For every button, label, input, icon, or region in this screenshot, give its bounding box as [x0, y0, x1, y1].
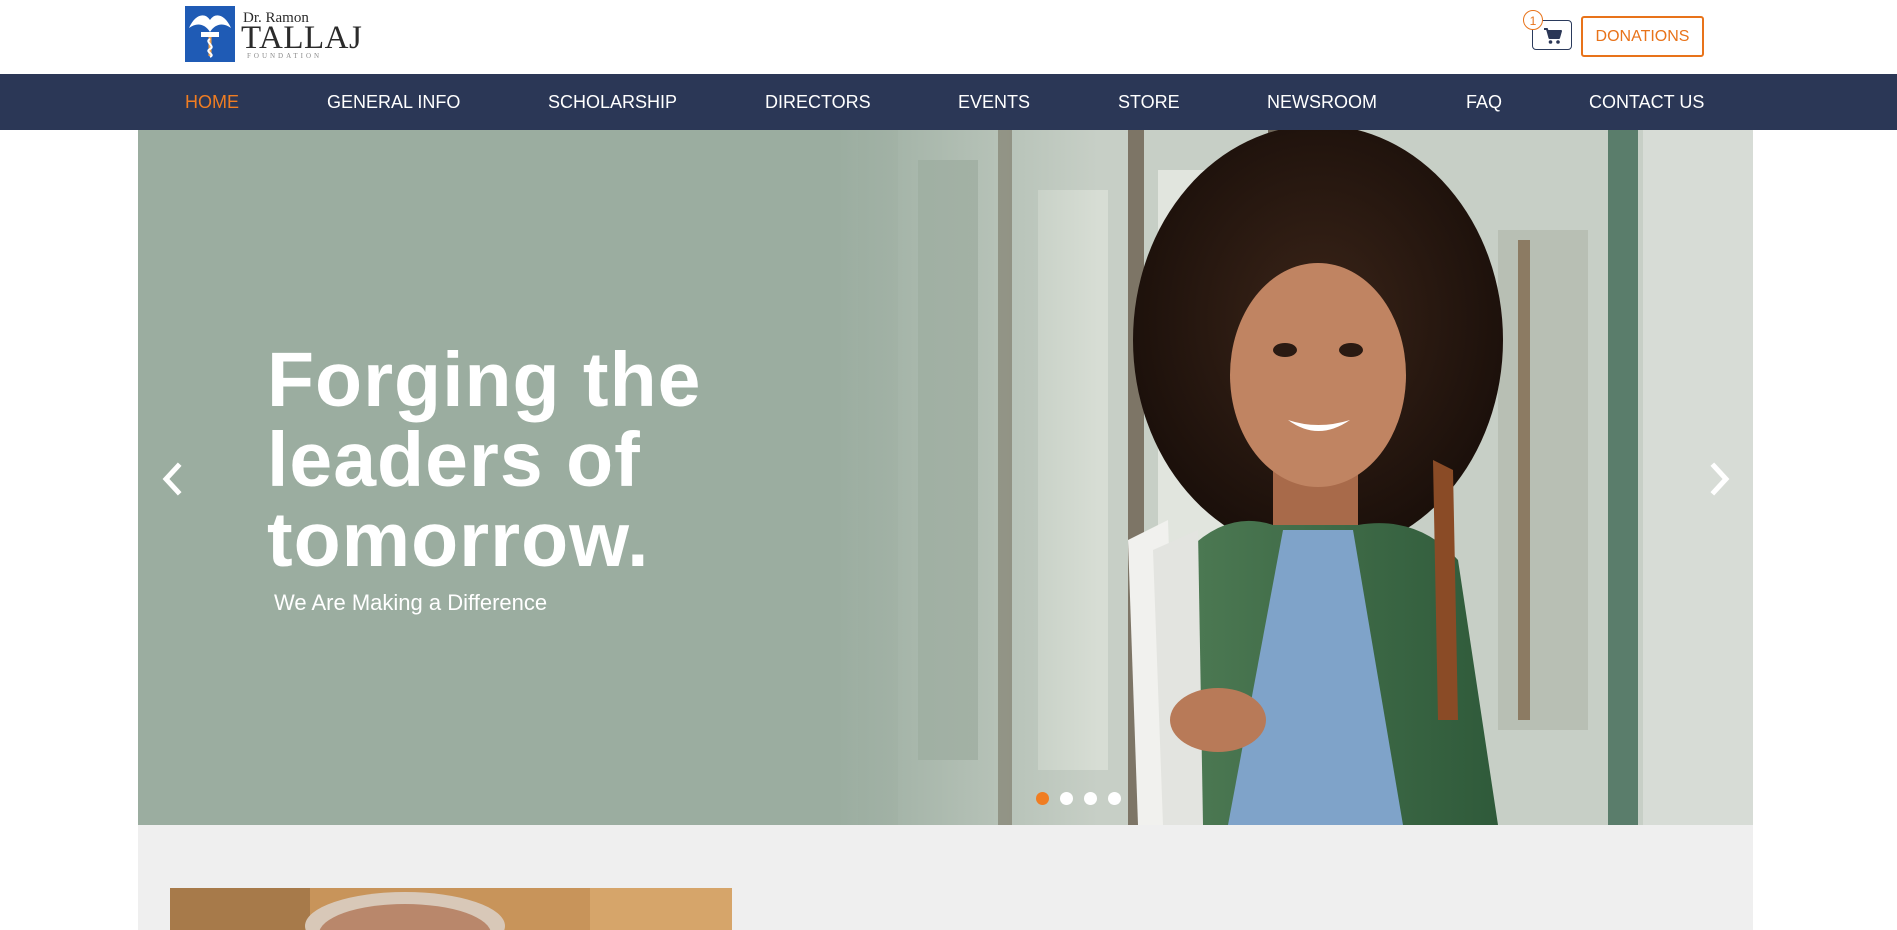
nav-item-home[interactable]: HOME — [185, 74, 239, 130]
carousel-dot-1[interactable] — [1036, 792, 1049, 805]
hero-subheadline: We Are Making a Difference — [274, 590, 548, 615]
founder-portrait — [170, 888, 732, 930]
carousel-prev-button[interactable] — [152, 448, 192, 508]
donations-button[interactable]: DONATIONS — [1581, 16, 1704, 57]
nav-item-scholarship[interactable]: SCHOLARSHIP — [548, 74, 677, 130]
logo-emblem-icon — [185, 6, 235, 62]
main-nav: HOME GENERAL INFO SCHOLARSHIP DIRECTORS … — [0, 74, 1897, 130]
cart-button[interactable]: 1 — [1523, 10, 1572, 50]
founder-section — [138, 825, 1753, 930]
cart-count-badge: 1 — [1523, 10, 1543, 30]
header: Dr. Ramon TALLAJ FOUNDATION 1 DONATIONS — [0, 0, 1897, 74]
carousel-next-button[interactable] — [1700, 448, 1740, 508]
hero-headline: Forging the leaders of tomorrow. — [267, 337, 702, 583]
chevron-right-icon — [1710, 462, 1730, 496]
nav-item-general-info[interactable]: GENERAL INFO — [327, 74, 460, 130]
nav-item-directors[interactable]: DIRECTORS — [765, 74, 871, 130]
nav-item-faq[interactable]: FAQ — [1466, 74, 1502, 130]
carousel-dot-2[interactable] — [1060, 792, 1073, 805]
nav-item-events[interactable]: EVENTS — [958, 74, 1030, 130]
carousel-dot-4[interactable] — [1108, 792, 1121, 805]
nav-item-newsroom[interactable]: NEWSROOM — [1267, 74, 1377, 130]
chevron-left-icon — [162, 462, 182, 496]
logo-line-2: TALLAJ — [241, 20, 363, 56]
carousel-dot-3[interactable] — [1084, 792, 1097, 805]
nav-item-store[interactable]: STORE — [1118, 74, 1180, 130]
foundation-logo[interactable]: Dr. Ramon TALLAJ FOUNDATION — [185, 6, 362, 64]
nav-item-contact-us[interactable]: CONTACT US — [1589, 74, 1704, 130]
cart-icon — [1544, 28, 1562, 44]
hero-carousel: Forging the leaders of tomorrow. We Are … — [138, 130, 1753, 825]
logo-line-3: FOUNDATION — [247, 52, 323, 60]
